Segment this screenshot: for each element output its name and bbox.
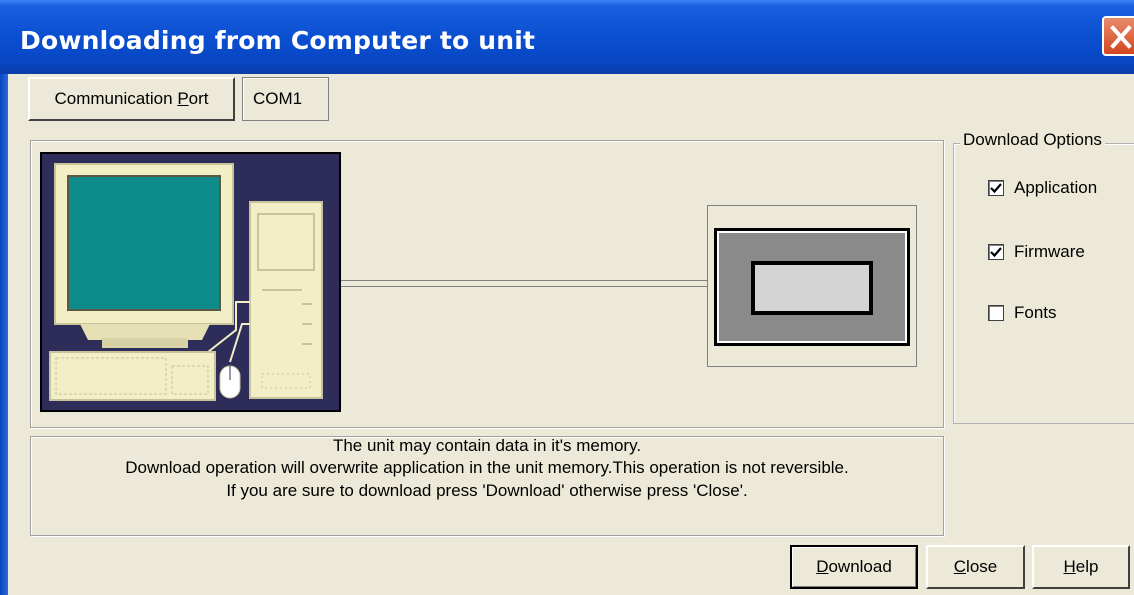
download-dialog: Downloading from Computer to unit Commun… <box>0 0 1134 595</box>
warning-message: The unit may contain data in it's memory… <box>30 436 944 536</box>
close-button-label: Close <box>953 557 998 576</box>
download-options-legend: Download Options <box>960 130 1105 150</box>
message-line-3: If you are sure to download press 'Downl… <box>226 481 748 500</box>
checkmark-icon <box>990 247 1002 258</box>
close-button[interactable]: Close <box>926 545 1025 589</box>
download-button[interactable]: Download <box>790 545 918 589</box>
window-close-button[interactable] <box>1102 16 1134 56</box>
fonts-label: Fonts <box>1014 303 1057 322</box>
option-fonts[interactable]: Fonts <box>988 303 1057 323</box>
firmware-checkbox[interactable] <box>988 244 1004 260</box>
unit-illustration <box>707 205 917 367</box>
communication-port-button[interactable]: Communication Port <box>28 77 235 121</box>
firmware-label: Firmware <box>1014 242 1085 261</box>
option-firmware[interactable]: Firmware <box>988 242 1085 262</box>
message-line-2: Download operation will overwrite applic… <box>125 458 849 477</box>
download-button-label: Download <box>816 557 892 576</box>
fonts-checkbox[interactable] <box>988 305 1004 321</box>
application-label: Application <box>1014 178 1098 197</box>
title-bar[interactable]: Downloading from Computer to unit <box>0 0 1134 74</box>
connection-cable <box>341 280 708 287</box>
close-icon <box>1110 25 1132 49</box>
application-checkbox[interactable] <box>988 180 1004 196</box>
window-title: Downloading from Computer to unit <box>20 26 536 55</box>
checkmark-icon <box>990 183 1002 194</box>
message-line-1: The unit may contain data in it's memory… <box>332 436 642 455</box>
computer-illustration <box>40 152 341 412</box>
communication-port-label: Communication Port <box>54 89 209 108</box>
option-application[interactable]: Application <box>988 178 1097 198</box>
help-button-label: Help <box>1063 557 1099 576</box>
com-port-field: COM1 <box>242 77 329 121</box>
help-button[interactable]: Help <box>1032 545 1130 589</box>
window-left-border <box>0 74 8 595</box>
